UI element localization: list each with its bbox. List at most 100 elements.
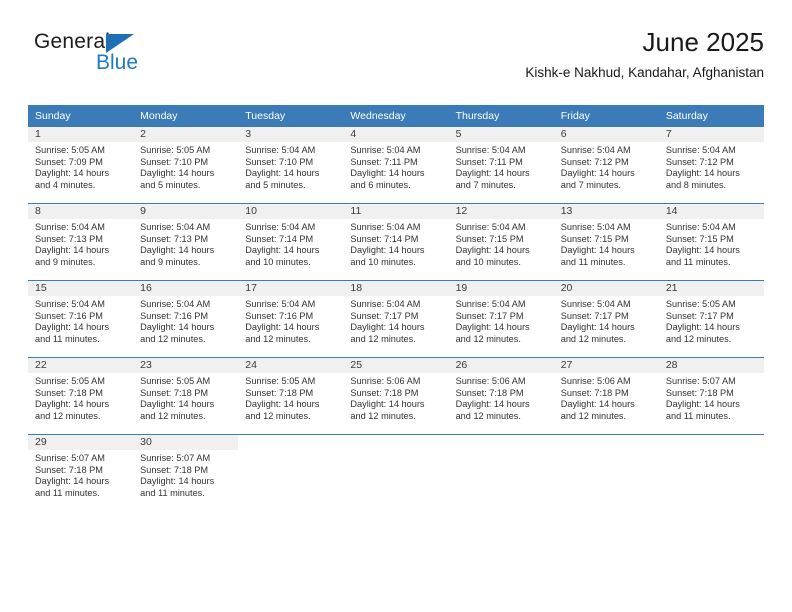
calendar-page: General Blue June 2025 Kishk-e Nakhud, K… <box>0 0 792 612</box>
day-cell-26[interactable]: 26 Sunrise: 5:06 AM Sunset: 7:18 PM Dayligh… <box>448 358 554 434</box>
day-cell-24[interactable]: 24 Sunrise: 5:05 AM Sunset: 7:18 PM Dayligh… <box>238 358 344 434</box>
day-cell-22[interactable]: 22 Sunrise: 5:05 AM Sunset: 7:18 PM Dayligh… <box>28 358 134 434</box>
day-cell-6[interactable]: 6 Sunrise: 5:04 AM Sunset: 7:12 PM Daylight… <box>553 127 659 203</box>
sunset-time: Sunset: 7:15 PM <box>560 233 629 244</box>
day-number: 12 <box>455 205 468 217</box>
day-cell-9[interactable]: 9 Sunrise: 5:04 AM Sunset: 7:13 PM Daylight… <box>133 204 239 280</box>
day-cell-11[interactable]: 11 Sunrise: 5:04 AM Sunset: 7:14 PM Dayligh… <box>343 204 449 280</box>
day-cell-29[interactable]: 29 Sunrise: 5:07 AM Sunset: 7:18 PM Dayligh… <box>28 435 134 511</box>
daylight-duration-line1: Daylight: 14 hours <box>350 399 425 410</box>
calendar-header-row: Sunday Monday Tuesday Wednesday Thursday… <box>28 105 764 127</box>
day-number: 13 <box>560 205 573 217</box>
day-cell-1[interactable]: 1 Sunrise: 5:05 AM Sunset: 7:09 PM Daylight… <box>28 127 134 203</box>
empty-cell <box>343 435 449 511</box>
empty-cell <box>553 435 659 511</box>
day-cell-7[interactable]: 7 Sunrise: 5:04 AM Sunset: 7:12 PM Daylight… <box>658 127 764 203</box>
sunset-time: Sunset: 7:11 PM <box>455 156 523 167</box>
daylight-duration-line2: and 4 minutes. <box>35 179 96 190</box>
daylight-duration-line2: and 11 minutes. <box>665 256 731 267</box>
day-number-band <box>658 127 764 142</box>
day-details: Sunrise: 5:05 AM Sunset: 7:18 PM Daylight:… <box>28 373 133 422</box>
calendar-day-cell: 14 Sunrise: 5:04 AM Sunset: 7:15 PM Dayligh… <box>658 203 764 281</box>
calendar-day-cell: 12 Sunrise: 5:04 AM Sunset: 7:15 PM Dayligh… <box>448 203 554 281</box>
sunrise-time: Sunrise: 5:06 AM <box>350 376 421 386</box>
daylight-duration-line2: and 11 minutes. <box>140 487 205 498</box>
calendar-day-cell: 3 Sunrise: 5:04 AM Sunset: 7:10 PM Daylight… <box>238 127 344 204</box>
calendar-cell-empty <box>448 434 554 511</box>
day-details: Sunrise: 5:04 AM Sunset: 7:16 PM Daylight:… <box>28 296 133 345</box>
daylight-duration-line2: and 12 minutes. <box>245 410 311 421</box>
day-number: 21 <box>665 282 678 294</box>
calendar-day-cell: 24 Sunrise: 5:05 AM Sunset: 7:18 PM Dayligh… <box>238 357 344 435</box>
daylight-duration-line2: and 12 minutes. <box>455 410 521 421</box>
calendar-body: 1 Sunrise: 5:05 AM Sunset: 7:09 PM Daylight… <box>28 127 764 511</box>
daylight-duration-line1: Daylight: 14 hours <box>245 168 320 179</box>
sunset-time: Sunset: 7:18 PM <box>35 387 103 398</box>
sunset-time: Sunset: 7:18 PM <box>140 464 209 475</box>
empty-cell <box>448 435 554 511</box>
sunset-time: Sunset: 7:12 PM <box>560 156 629 167</box>
day-cell-12[interactable]: 12 Sunrise: 5:04 AM Sunset: 7:15 PM Dayligh… <box>448 204 554 280</box>
day-cell-19[interactable]: 19 Sunrise: 5:04 AM Sunset: 7:17 PM Dayligh… <box>448 281 554 357</box>
daylight-duration-line2: and 12 minutes. <box>455 333 521 344</box>
day-number: 14 <box>665 205 678 217</box>
day-cell-21[interactable]: 21 Sunrise: 5:05 AM Sunset: 7:17 PM Dayligh… <box>658 281 764 357</box>
day-number: 22 <box>35 359 47 371</box>
day-cell-13[interactable]: 13 Sunrise: 5:04 AM Sunset: 7:15 PM Dayligh… <box>553 204 659 280</box>
day-cell-10[interactable]: 10 Sunrise: 5:04 AM Sunset: 7:14 PM Dayligh… <box>238 204 344 280</box>
calendar-day-cell: 21 Sunrise: 5:05 AM Sunset: 7:17 PM Dayligh… <box>658 280 764 358</box>
weekday-header-tuesday: Tuesday <box>238 105 344 127</box>
daylight-duration-line2: and 10 minutes. <box>245 256 311 267</box>
day-number: 7 <box>665 128 672 140</box>
sunrise-time: Sunrise: 5:04 AM <box>350 299 421 309</box>
day-number: 1 <box>35 128 41 140</box>
day-number-band <box>238 127 344 142</box>
daylight-duration-line1: Daylight: 14 hours <box>560 168 635 179</box>
day-number-band <box>28 204 134 219</box>
day-cell-3[interactable]: 3 Sunrise: 5:04 AM Sunset: 7:10 PM Daylight… <box>238 127 344 203</box>
day-cell-8[interactable]: 8 Sunrise: 5:04 AM Sunset: 7:13 PM Daylight… <box>28 204 134 280</box>
daylight-duration-line1: Daylight: 14 hours <box>140 476 215 487</box>
day-cell-30[interactable]: 30 Sunrise: 5:07 AM Sunset: 7:18 PM Dayligh… <box>133 435 239 511</box>
sunrise-time: Sunrise: 5:04 AM <box>455 145 526 155</box>
day-details: Sunrise: 5:04 AM Sunset: 7:14 PM Daylight:… <box>238 219 343 268</box>
daylight-duration-line2: and 10 minutes. <box>455 256 521 267</box>
calendar-day-cell: 1 Sunrise: 5:05 AM Sunset: 7:09 PM Daylight… <box>28 127 134 204</box>
calendar-day-cell: 26 Sunrise: 5:06 AM Sunset: 7:18 PM Dayligh… <box>448 357 554 435</box>
day-cell-28[interactable]: 28 Sunrise: 5:07 AM Sunset: 7:18 PM Dayligh… <box>658 358 764 434</box>
sunrise-time: Sunrise: 5:04 AM <box>560 222 631 232</box>
daylight-duration-line2: and 12 minutes. <box>140 333 206 344</box>
sunrise-time: Sunrise: 5:04 AM <box>245 145 316 155</box>
day-number-band <box>448 127 554 142</box>
sunset-time: Sunset: 7:18 PM <box>560 387 629 398</box>
calendar-day-cell: 17 Sunrise: 5:04 AM Sunset: 7:16 PM Dayligh… <box>238 280 344 358</box>
day-number: 30 <box>140 436 152 448</box>
day-cell-25[interactable]: 25 Sunrise: 5:06 AM Sunset: 7:18 PM Dayligh… <box>343 358 449 434</box>
day-cell-14[interactable]: 14 Sunrise: 5:04 AM Sunset: 7:15 PM Dayligh… <box>658 204 764 280</box>
weekday-header-monday: Monday <box>133 105 239 127</box>
sunset-time: Sunset: 7:15 PM <box>665 233 734 244</box>
day-cell-16[interactable]: 16 Sunrise: 5:04 AM Sunset: 7:16 PM Dayligh… <box>133 281 239 357</box>
daylight-duration-line1: Daylight: 14 hours <box>245 322 320 333</box>
day-cell-18[interactable]: 18 Sunrise: 5:04 AM Sunset: 7:17 PM Dayligh… <box>343 281 449 357</box>
daylight-duration-line1: Daylight: 14 hours <box>245 245 320 256</box>
general-blue-logo[interactable]: General Blue <box>34 30 234 86</box>
day-cell-4[interactable]: 4 Sunrise: 5:04 AM Sunset: 7:11 PM Daylight… <box>343 127 449 203</box>
day-cell-15[interactable]: 15 Sunrise: 5:04 AM Sunset: 7:16 PM Dayligh… <box>28 281 134 357</box>
daylight-duration-line2: and 12 minutes. <box>350 410 416 421</box>
daylight-duration-line2: and 11 minutes. <box>665 410 731 421</box>
daylight-duration-line2: and 11 minutes. <box>35 333 100 344</box>
daylight-duration-line1: Daylight: 14 hours <box>455 245 530 256</box>
daylight-duration-line2: and 11 minutes. <box>560 256 626 267</box>
daylight-duration-line1: Daylight: 14 hours <box>455 322 530 333</box>
daylight-duration-line2: and 12 minutes. <box>245 333 311 344</box>
sunrise-sunset-calendar: Sunday Monday Tuesday Wednesday Thursday… <box>28 105 764 511</box>
sunrise-time: Sunrise: 5:04 AM <box>455 222 526 232</box>
day-number-band <box>28 127 134 142</box>
day-cell-2[interactable]: 2 Sunrise: 5:05 AM Sunset: 7:10 PM Daylight… <box>133 127 239 203</box>
day-cell-20[interactable]: 20 Sunrise: 5:04 AM Sunset: 7:17 PM Dayligh… <box>553 281 659 357</box>
day-cell-23[interactable]: 23 Sunrise: 5:05 AM Sunset: 7:18 PM Dayligh… <box>133 358 239 434</box>
day-cell-27[interactable]: 27 Sunrise: 5:06 AM Sunset: 7:18 PM Dayligh… <box>553 358 659 434</box>
day-cell-5[interactable]: 5 Sunrise: 5:04 AM Sunset: 7:11 PM Daylight… <box>448 127 554 203</box>
day-cell-17[interactable]: 17 Sunrise: 5:04 AM Sunset: 7:16 PM Dayligh… <box>238 281 344 357</box>
